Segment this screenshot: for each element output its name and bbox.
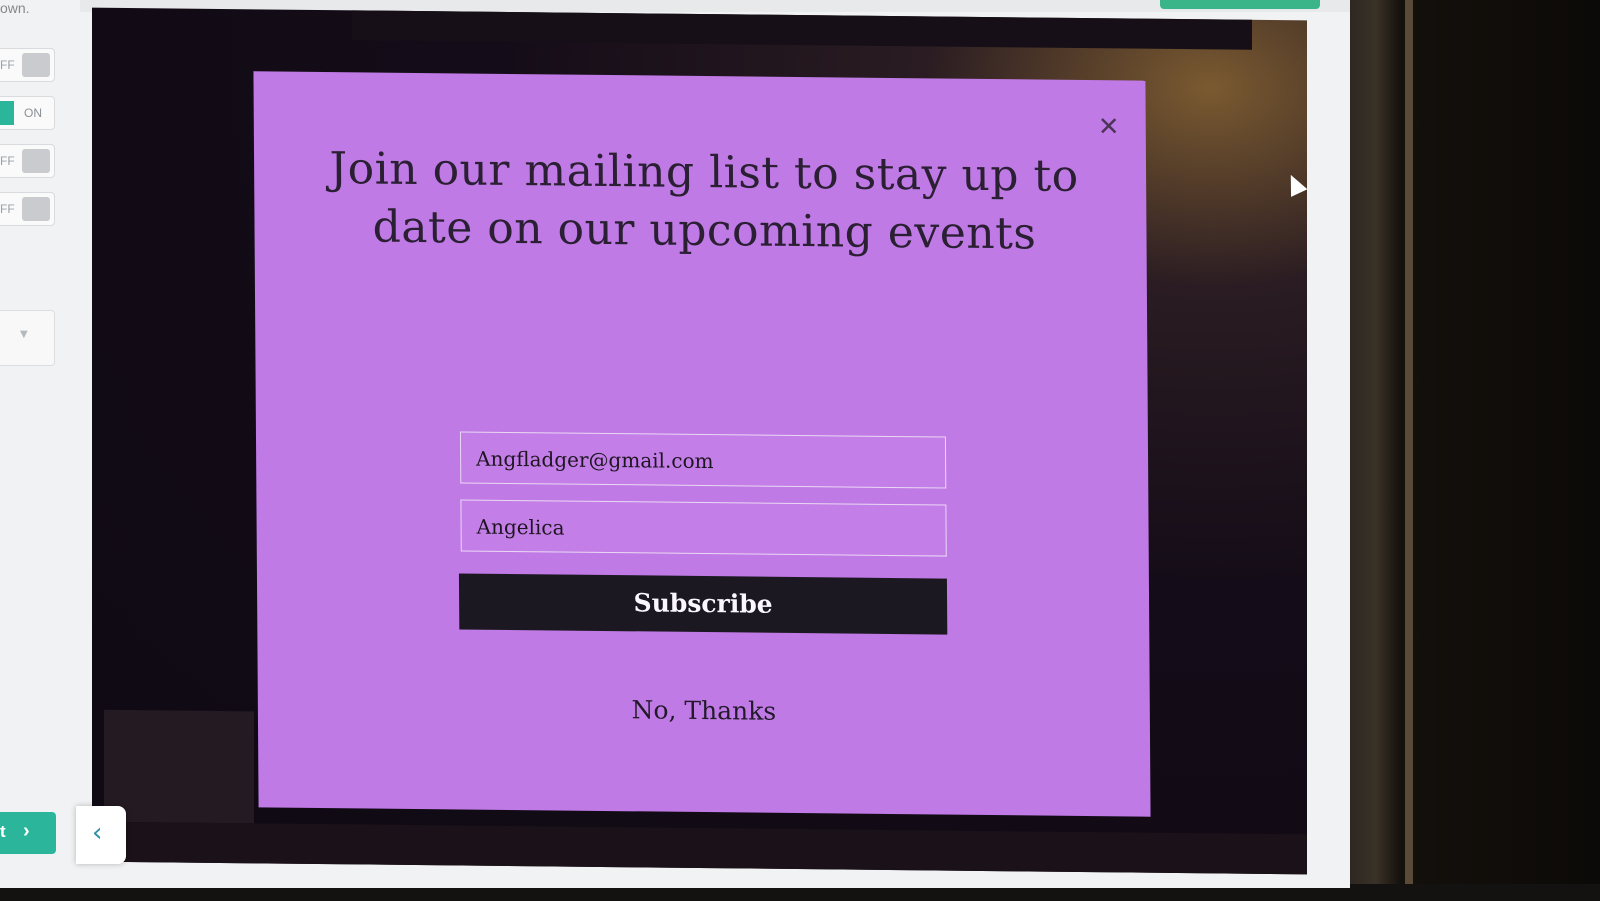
chevron-down-icon: ▼	[20, 329, 28, 340]
toggle-label: ON	[24, 106, 42, 120]
toggle-1[interactable]: FF	[0, 48, 55, 82]
preview-cookie-notice	[104, 709, 254, 824]
toggle-knob	[22, 53, 50, 77]
preview-site-footer	[92, 821, 1307, 875]
next-button[interactable]: t ›	[0, 812, 56, 854]
name-field[interactable]: Angelica	[460, 499, 947, 557]
chevron-left-icon: ‹	[92, 818, 103, 848]
chevron-right-icon: ›	[23, 820, 30, 842]
toggle-4[interactable]: FF	[0, 192, 55, 226]
preview-site-header	[352, 10, 1252, 50]
screen: own. FF ON FF FF ▼ t › ✕ Join our mailin…	[0, 0, 1350, 888]
top-action-button[interactable]	[1160, 0, 1320, 9]
monitor-bezel	[1345, 0, 1600, 901]
top-text: own.	[0, 0, 30, 16]
dropdown-select[interactable]: ▼	[0, 310, 55, 366]
popup-headline: Join our mailing list to stay up to date…	[329, 143, 1079, 260]
toggle-knob	[22, 149, 50, 173]
monitor-frame	[1405, 0, 1413, 901]
subscribe-button[interactable]: Subscribe	[458, 573, 948, 635]
collapse-panel-button[interactable]: ‹	[76, 806, 126, 864]
toggle-label: FF	[0, 58, 15, 72]
mailing-list-popup: ✕ Join our mailing list to stay up to da…	[253, 71, 1151, 817]
settings-panel: FF ON FF FF ▼	[0, 30, 80, 880]
next-button-label: t	[0, 822, 6, 841]
toggle-2[interactable]: ON	[0, 96, 55, 130]
close-icon[interactable]: ✕	[1096, 112, 1122, 142]
toggle-knob	[0, 101, 14, 125]
toggle-label: FF	[0, 202, 15, 216]
toggle-3[interactable]: FF	[0, 144, 55, 178]
email-field[interactable]: Angfladger@gmail.com	[459, 431, 947, 489]
toggle-label: FF	[0, 154, 15, 168]
no-thanks-link[interactable]: No, Thanks	[598, 695, 810, 726]
toggle-knob	[22, 197, 50, 221]
